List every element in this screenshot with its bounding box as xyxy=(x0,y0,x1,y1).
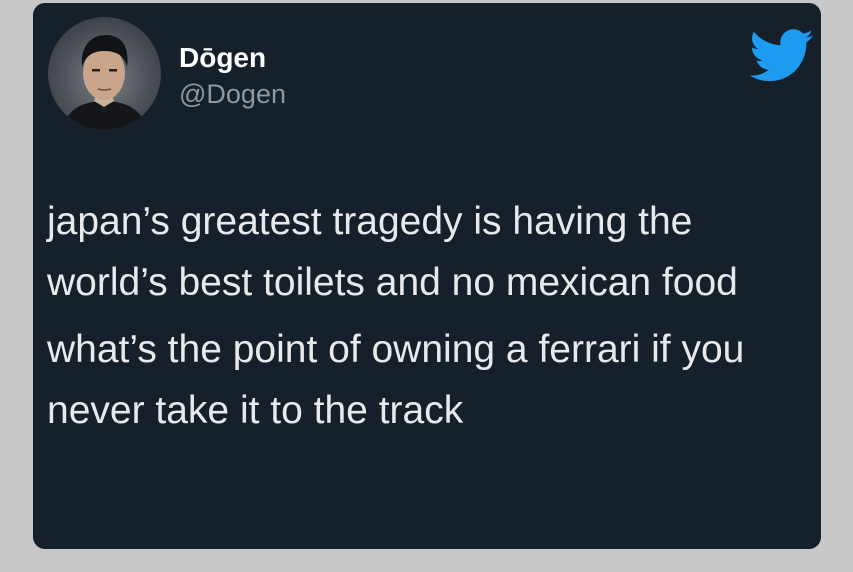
display-name[interactable]: Dōgen xyxy=(179,41,286,75)
avatar[interactable] xyxy=(48,17,161,130)
tweet-paragraph-2: what’s the point of owning a ferrari if … xyxy=(47,328,745,432)
tweet-author: Dōgen @Dogen xyxy=(179,41,286,111)
tweet-card: Dōgen @Dogen japan’s greatest tragedy is… xyxy=(33,3,821,549)
tweet-paragraph-1: japan’s greatest tragedy is having the w… xyxy=(47,200,738,304)
tweet-text: japan’s greatest tragedy is having the w… xyxy=(47,191,807,441)
user-handle[interactable]: @Dogen xyxy=(179,77,286,111)
twitter-bird-icon[interactable] xyxy=(749,29,815,83)
avatar-photo xyxy=(62,35,147,130)
